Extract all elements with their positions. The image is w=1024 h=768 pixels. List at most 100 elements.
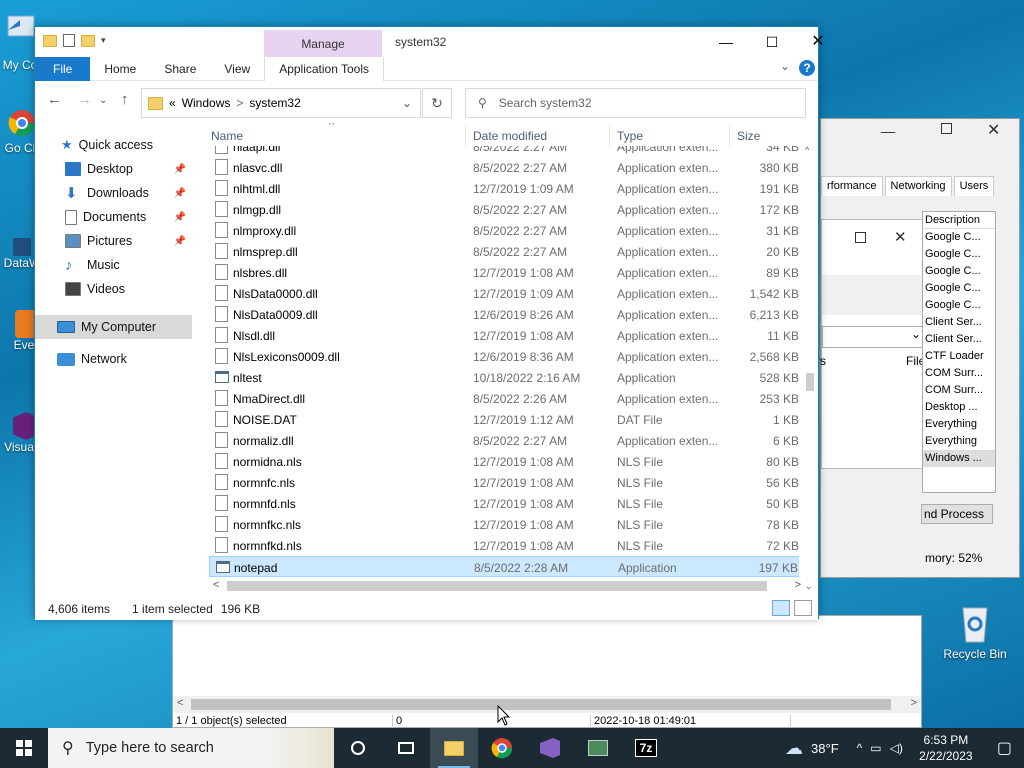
scroll-left-icon[interactable]: < [213, 579, 219, 591]
list-item[interactable]: COM Surr... [923, 365, 995, 382]
nav-quick-access[interactable]: ★ Quick access [35, 133, 192, 157]
process-list[interactable]: Description Google C... Google C... Goog… [922, 211, 996, 493]
chevron-down-icon[interactable]: ⌄ [402, 96, 412, 110]
column-name[interactable]: Name [211, 129, 243, 143]
table-row[interactable]: nlaapi.dll 8/5/2022 2:27 AM Application ex… [209, 146, 799, 157]
up-arrow-icon[interactable]: ↑ [121, 91, 129, 108]
column-divider[interactable] [609, 126, 610, 146]
visual-studio-taskbar-icon[interactable] [526, 728, 574, 768]
column-divider[interactable] [465, 126, 466, 146]
weather-icon[interactable]: ☁ [785, 738, 803, 759]
scrollbar-thumb[interactable] [806, 373, 814, 391]
horizontal-scrollbar[interactable]: < > [173, 696, 921, 713]
column-size[interactable]: Size [737, 129, 760, 143]
forward-arrow-icon[interactable]: → [77, 91, 92, 108]
table-row[interactable]: nlhtml.dll 12/7/2019 1:09 AM Application e… [209, 178, 799, 199]
nav-documents[interactable]: Documents 📌 [35, 205, 192, 229]
breadcrumb-windows[interactable]: Windows [182, 96, 231, 110]
back-arrow-icon[interactable]: ← [47, 91, 62, 108]
table-row[interactable]: nlmgp.dll 8/5/2022 2:27 AM Application ext… [209, 199, 799, 220]
nav-my-computer[interactable]: My Computer [35, 315, 192, 339]
large-icons-view-icon[interactable] [794, 600, 812, 616]
tab-users[interactable]: Users [953, 176, 995, 196]
weather-temp[interactable]: 38°F [811, 741, 839, 756]
dialog-maximize-button[interactable] [855, 232, 866, 243]
scroll-down-icon[interactable]: ⌄ [805, 581, 813, 592]
list-item[interactable]: Desktop ... [923, 399, 995, 416]
expand-ribbon-icon[interactable]: ⌄ [780, 59, 790, 73]
table-row[interactable]: normnfd.nls 12/7/2019 1:08 AM NLS File 50 K… [209, 493, 799, 514]
help-icon[interactable]: ? [799, 60, 815, 76]
scroll-right-icon[interactable]: > [795, 579, 801, 591]
list-item[interactable]: Everything [923, 416, 995, 433]
table-row[interactable]: normnfkd.nls 12/7/2019 1:08 AM NLS File 72 … [209, 535, 799, 556]
chevron-down-icon[interactable]: ▾ [101, 35, 106, 46]
start-button[interactable] [0, 728, 48, 768]
nav-videos[interactable]: Videos [35, 277, 192, 301]
tab-home[interactable]: Home [90, 57, 150, 81]
list-item[interactable]: Client Ser... [923, 331, 995, 348]
search-box[interactable]: ⚲ Search system32 [465, 88, 806, 118]
list-item[interactable]: Google C... [923, 263, 995, 280]
scroll-up-icon[interactable]: ^ [805, 145, 809, 155]
scroll-left-icon[interactable]: < [177, 697, 183, 709]
table-row[interactable]: nlasvc.dll 8/5/2022 2:27 AM Application ex… [209, 157, 799, 178]
task-manager-taskbar-icon[interactable] [574, 728, 622, 768]
details-view-icon[interactable] [772, 600, 790, 616]
nav-downloads[interactable]: ⬇ Downloads 📌 [35, 181, 192, 205]
cortana-icon[interactable] [334, 728, 382, 768]
7zip-taskbar-icon[interactable]: 7z [622, 728, 670, 768]
table-row[interactable]: nlsbres.dll 12/7/2019 1:08 AM Application … [209, 262, 799, 283]
end-process-button[interactable]: nd Process [921, 504, 993, 524]
table-row[interactable]: NlsData0009.dll 12/6/2019 8:26 AM Applicat… [209, 304, 799, 325]
list-item[interactable]: Google C... [923, 280, 995, 297]
tab-share[interactable]: Share [150, 57, 210, 81]
notifications-icon[interactable]: ▢ [997, 738, 1012, 758]
network-tray-icon[interactable]: ▭ [870, 741, 881, 755]
nav-desktop[interactable]: Desktop 📌 [35, 157, 192, 181]
tab-networking[interactable]: Networking [884, 176, 952, 196]
column-date-modified[interactable]: Date modified [473, 129, 547, 143]
nav-pictures[interactable]: Pictures 📌 [35, 229, 192, 253]
file-explorer-taskbar-icon[interactable] [430, 728, 478, 768]
list-item[interactable]: Google C... [923, 246, 995, 263]
scrollbar-thumb[interactable] [227, 581, 767, 591]
table-row[interactable]: normnfkc.nls 12/7/2019 1:08 AM NLS File 78 … [209, 514, 799, 535]
maximize-button[interactable]: ☐ [749, 27, 795, 57]
table-row[interactable]: Nlsdl.dll 12/7/2019 1:08 AM Application ex… [209, 325, 799, 346]
list-item[interactable]: Google C... [923, 229, 995, 246]
scroll-right-icon[interactable]: > [911, 697, 917, 709]
task-view-icon[interactable] [382, 728, 430, 768]
pin-icon[interactable]: 📌 [174, 164, 186, 175]
minimize-button[interactable]: — [703, 27, 749, 57]
tab-manage[interactable]: Manage [264, 30, 382, 57]
maximize-button[interactable] [941, 123, 952, 134]
vertical-scrollbar[interactable]: ^ ⌄ [803, 145, 817, 595]
volume-icon[interactable]: ◁) [890, 741, 903, 755]
nav-music[interactable]: ♪ Music [35, 253, 192, 277]
taskbar-search-input[interactable]: Type here to search [86, 740, 214, 756]
address-overflow[interactable]: « [169, 96, 176, 110]
column-type[interactable]: Type [617, 129, 643, 143]
tab-application-tools[interactable]: Application Tools [264, 57, 385, 81]
dialog-combo[interactable]: ⌄ [822, 326, 924, 348]
table-row[interactable]: NmaDirect.dll 8/5/2022 2:26 AM Application… [209, 388, 799, 409]
clock[interactable]: 6:53 PM 2/22/2023 [911, 732, 981, 764]
chrome-taskbar-icon[interactable] [478, 728, 526, 768]
pin-icon[interactable]: 📌 [174, 212, 186, 223]
properties-icon[interactable] [63, 34, 75, 47]
table-row[interactable]: normnfc.nls 12/7/2019 1:08 AM NLS File 56 K… [209, 472, 799, 493]
table-row[interactable]: NlsLexicons0009.dll 12/6/2019 8:36 AM Appl… [209, 346, 799, 367]
tab-view[interactable]: View [210, 57, 264, 81]
desktop-icon-recycle-bin[interactable]: Recycle Bin [940, 600, 1010, 661]
table-row[interactable]: NlsData0000.dll 12/7/2019 1:09 AM Applicat… [209, 283, 799, 304]
search-input[interactable]: Search system32 [499, 96, 592, 110]
list-item[interactable]: Everything [923, 433, 995, 450]
close-button[interactable]: ✕ [987, 120, 1000, 140]
list-item[interactable]: Google C... [923, 297, 995, 314]
table-row[interactable]: normaliz.dll 8/5/2022 2:27 AM Application … [209, 430, 799, 451]
new-folder-icon[interactable] [81, 34, 95, 47]
table-row[interactable]: nlmsprep.dll 8/5/2022 2:27 AM Application … [209, 241, 799, 262]
pin-icon[interactable]: 📌 [174, 188, 186, 199]
taskbar-search[interactable]: ⚲ Type here to search [48, 728, 334, 768]
